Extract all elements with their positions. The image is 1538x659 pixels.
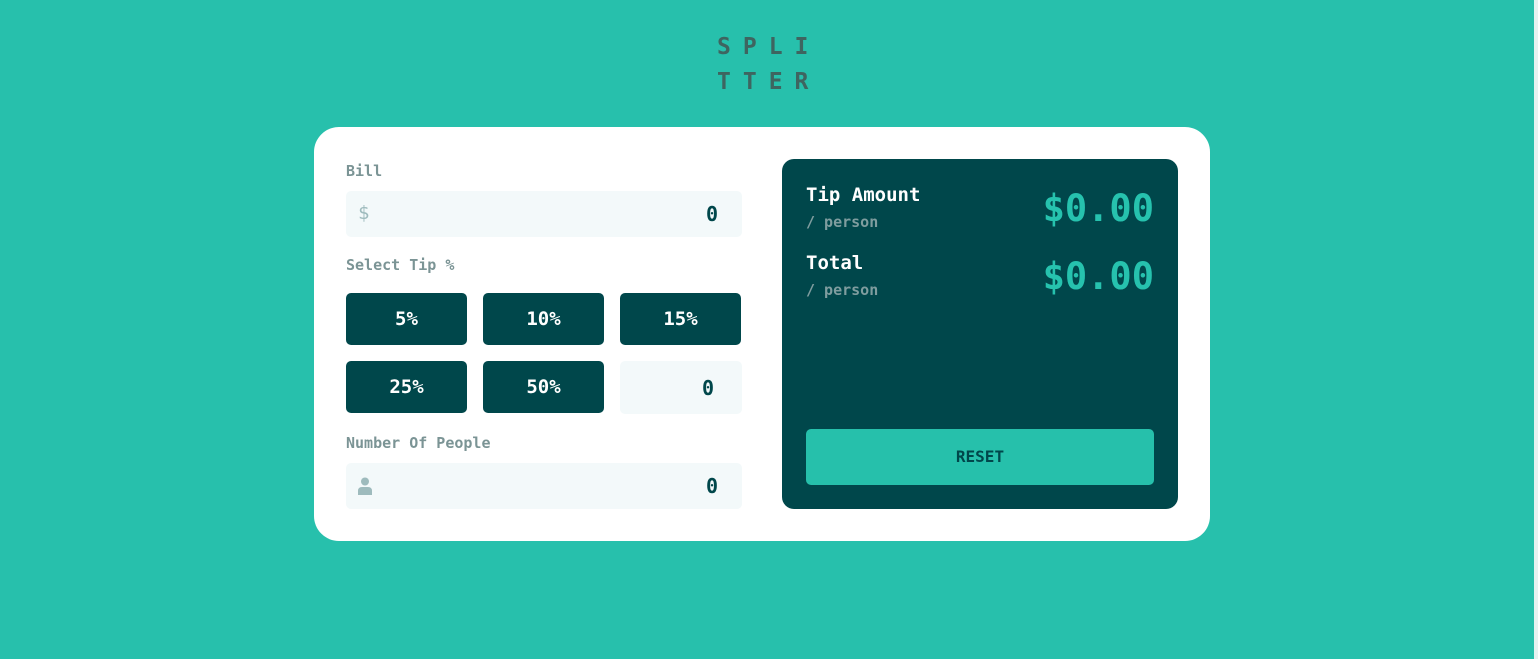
results-panel: Tip Amount / person $0.00 Total / person… [782,159,1178,509]
total-value: $0.00 [1042,255,1154,298]
logo: SPLI TTER [717,30,827,100]
tip-amount-label: Tip Amount [806,184,921,206]
tip-button-10[interactable]: 10% [483,293,604,345]
bill-input[interactable]: $ 0 [346,191,742,237]
people-input[interactable]: 0 [346,463,742,509]
custom-tip-value: 0 [701,376,714,400]
reset-button[interactable]: RESET [806,429,1154,485]
tip-button-25[interactable]: 25% [346,361,467,413]
dollar-icon: $ [358,202,370,224]
tip-amount-value: $0.00 [1042,187,1154,230]
person-icon [358,477,372,495]
tip-button-15[interactable]: 15% [620,293,741,345]
tip-amount-per-person: / person [806,213,879,231]
people-label: Number Of People [346,434,491,452]
total-per-person: / person [806,281,879,299]
people-value: 0 [705,474,718,498]
calculator-card: Bill $ 0 Select Tip % 5% 10% 15% 25% 50%… [314,127,1210,541]
bill-value: 0 [705,202,718,226]
page: SPLI TTER Bill $ 0 Select Tip % 5% 10% 1… [0,0,1538,659]
bill-label: Bill [346,162,383,180]
scrollbar[interactable] [1534,0,1538,659]
logo-line-2: TTER [717,69,821,95]
custom-tip-input[interactable]: 0 [620,361,742,414]
logo-line-1: SPLI [717,34,821,60]
total-label: Total [806,252,864,274]
tip-button-50[interactable]: 50% [483,361,604,413]
tip-button-5[interactable]: 5% [346,293,467,345]
select-tip-label: Select Tip % [346,256,455,274]
